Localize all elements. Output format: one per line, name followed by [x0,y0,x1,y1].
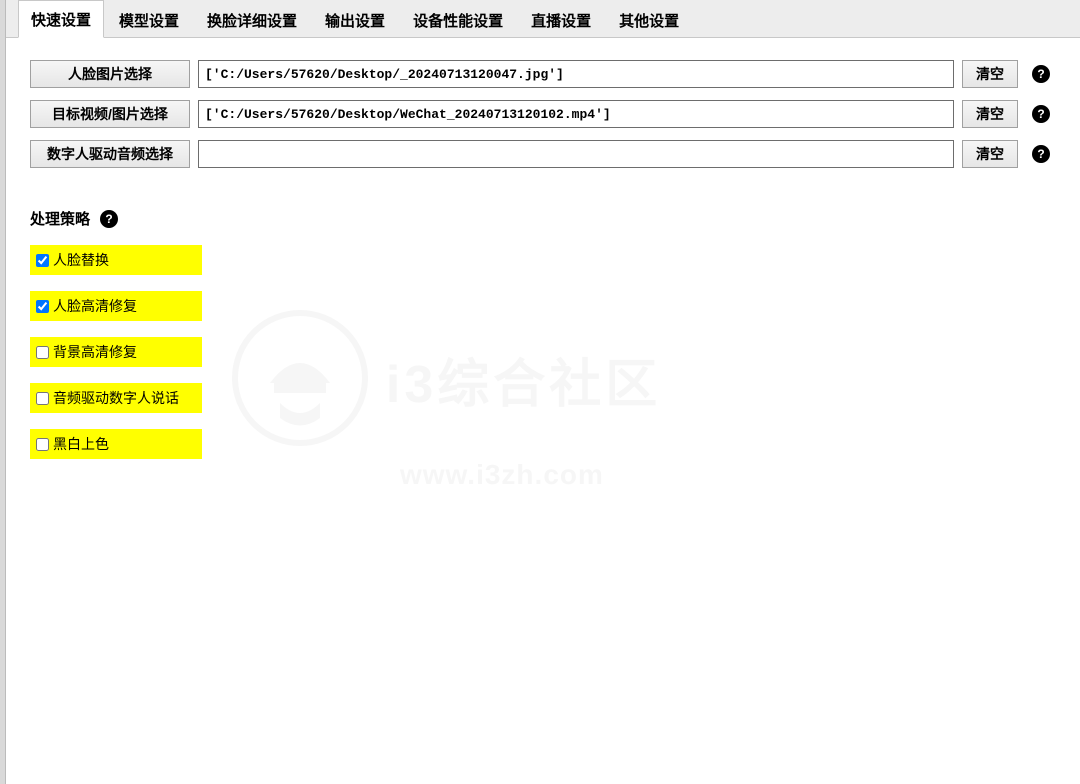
watermark-url: www.i3zh.com [400,459,661,491]
checkbox-bg-hd-restore[interactable]: 背景高清修复 [30,337,202,367]
checkbox-label: 音频驱动数字人说话 [53,388,179,408]
target-media-clear-button[interactable]: 清空 [962,100,1018,128]
help-icon[interactable]: ? [100,210,118,228]
tab-other-settings[interactable]: 其他设置 [606,1,692,38]
strategy-header: 处理策略 ? [30,208,1050,229]
tab-quick-settings[interactable]: 快速设置 [18,0,104,38]
checkbox-label: 黑白上色 [53,434,109,454]
checkbox-label: 人脸替换 [53,250,109,270]
tab-output-settings[interactable]: 输出设置 [312,1,398,38]
digital-audio-select-button[interactable]: 数字人驱动音频选择 [30,140,190,168]
checkbox-label: 人脸高清修复 [53,296,137,316]
checkbox-input[interactable] [36,300,49,313]
checkbox-bw-colorize[interactable]: 黑白上色 [30,429,202,459]
checkbox-audio-drive-talk[interactable]: 音频驱动数字人说话 [30,383,202,413]
tab-live-settings[interactable]: 直播设置 [518,1,604,38]
tab-model-settings[interactable]: 模型设置 [106,1,192,38]
help-icon[interactable]: ? [1032,145,1050,163]
digital-audio-path-input[interactable] [198,140,954,168]
face-image-select-button[interactable]: 人脸图片选择 [30,60,190,88]
target-media-path-input[interactable] [198,100,954,128]
tab-device-perf[interactable]: 设备性能设置 [400,1,516,38]
target-media-select-button[interactable]: 目标视频/图片选择 [30,100,190,128]
checkbox-input[interactable] [36,438,49,451]
tab-bar: 快速设置 模型设置 换脸详细设置 输出设置 设备性能设置 直播设置 其他设置 [0,0,1080,38]
strategy-section: 处理策略 ? 人脸替换 人脸高清修复 背景高清修复 音频驱动数字人说话 黑白上色 [30,208,1050,459]
row-face-image: 人脸图片选择 清空 ? [30,60,1050,88]
digital-audio-clear-button[interactable]: 清空 [962,140,1018,168]
row-digital-audio: 数字人驱动音频选择 清空 ? [30,140,1050,168]
help-icon[interactable]: ? [1032,65,1050,83]
row-target-media: 目标视频/图片选择 清空 ? [30,100,1050,128]
content-panel: i3综合社区 www.i3zh.com 人脸图片选择 清空 ? 目标视频/图片选… [0,38,1080,459]
checkbox-input[interactable] [36,392,49,405]
face-image-clear-button[interactable]: 清空 [962,60,1018,88]
tab-faceswap-detail[interactable]: 换脸详细设置 [194,1,310,38]
strategy-title: 处理策略 [30,208,90,229]
checkbox-face-hd-restore[interactable]: 人脸高清修复 [30,291,202,321]
help-icon[interactable]: ? [1032,105,1050,123]
checkbox-input[interactable] [36,346,49,359]
face-image-path-input[interactable] [198,60,954,88]
checkbox-label: 背景高清修复 [53,342,137,362]
checkbox-face-swap[interactable]: 人脸替换 [30,245,202,275]
checkbox-input[interactable] [36,254,49,267]
